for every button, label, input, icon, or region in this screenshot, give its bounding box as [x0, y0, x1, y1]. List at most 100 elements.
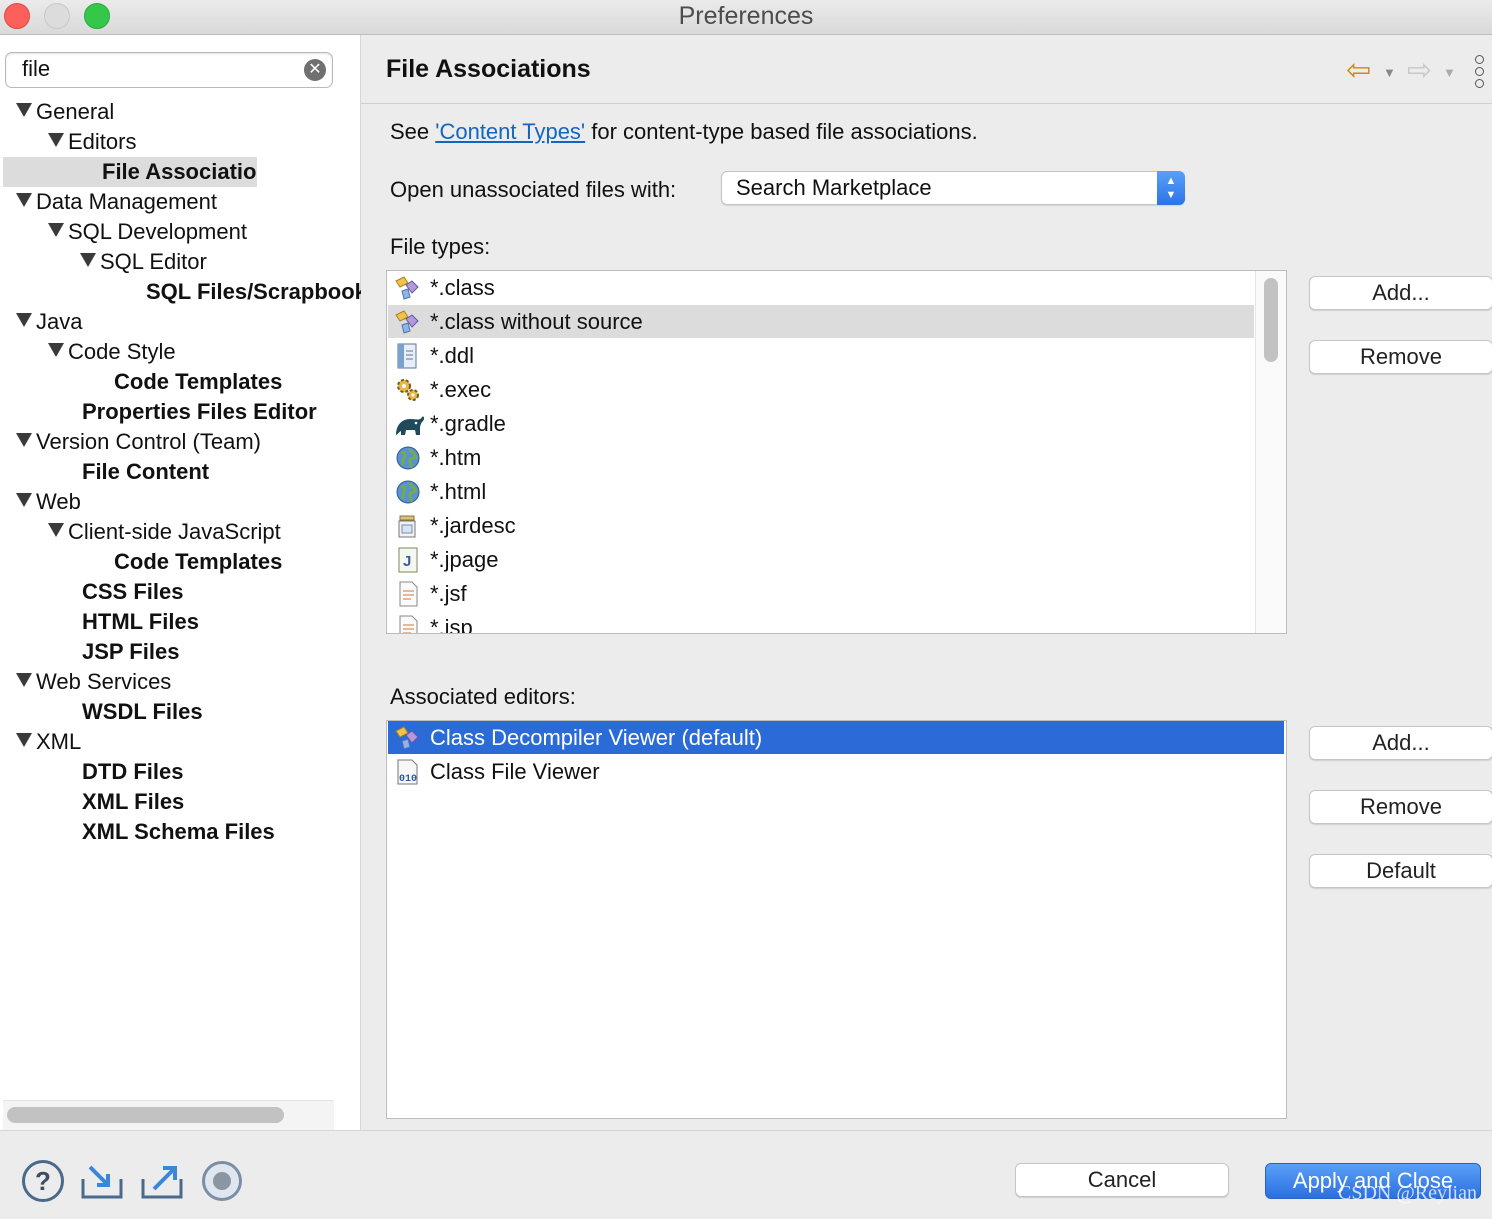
class-decompiler-icon: [394, 309, 422, 335]
forward-history-dropdown-icon[interactable]: ▼: [1443, 65, 1456, 80]
list-item[interactable]: 010 Class File Viewer: [388, 755, 1284, 788]
forward-arrow-icon[interactable]: ⇨: [1407, 56, 1432, 86]
tree-item-label: SQL Development: [68, 219, 247, 244]
disclosure-triangle-icon[interactable]: [48, 223, 64, 238]
tree-item[interactable]: Code Templates: [112, 367, 366, 397]
import-icon[interactable]: [80, 1161, 124, 1201]
tree-item[interactable]: General: [16, 97, 334, 127]
remove-file-type-button[interactable]: Remove: [1309, 340, 1492, 374]
tree-item[interactable]: SQL Editor: [80, 247, 334, 277]
disclosure-triangle-icon[interactable]: [16, 493, 32, 508]
default-editor-button[interactable]: Default: [1309, 854, 1492, 888]
tree-item[interactable]: CSS Files: [80, 577, 366, 607]
disclosure-triangle-icon[interactable]: [16, 103, 32, 118]
help-icon[interactable]: ?: [22, 1160, 64, 1202]
tree-item[interactable]: Code Templates: [112, 547, 366, 577]
disclosure-triangle-icon[interactable]: [16, 733, 32, 748]
export-icon[interactable]: [140, 1161, 184, 1201]
tree-item[interactable]: Version Control (Team): [16, 427, 334, 457]
filter-input[interactable]: [22, 56, 292, 82]
list-item-label: *.jsf: [430, 581, 467, 606]
tree-item[interactable]: Web Services: [16, 667, 334, 697]
tree-item[interactable]: Properties Files Editor: [80, 397, 366, 427]
tree-item[interactable]: Data Management: [16, 187, 334, 217]
add-editor-button[interactable]: Add...: [1309, 726, 1492, 760]
cancel-button[interactable]: Cancel: [1015, 1163, 1229, 1197]
jar-icon: [394, 513, 422, 539]
back-arrow-icon[interactable]: ⇦: [1346, 56, 1371, 86]
text-file-icon: [394, 581, 422, 607]
tree-item[interactable]: HTML Files: [80, 607, 366, 637]
svg-text:010: 010: [399, 774, 417, 785]
filter-field[interactable]: ✕: [5, 52, 333, 88]
list-item[interactable]: Class Decompiler Viewer (default): [388, 721, 1284, 754]
list-item[interactable]: *.exec: [388, 373, 1254, 406]
tree-item[interactable]: Web: [16, 487, 334, 517]
tree-item[interactable]: File Associations: [3, 157, 257, 187]
open-unassociated-label: Open unassociated files with:: [390, 177, 677, 202]
file-types-scrollbar-thumb[interactable]: [1264, 278, 1278, 362]
disclosure-triangle-icon[interactable]: [16, 673, 32, 688]
java-page-icon: J: [394, 547, 422, 573]
list-item[interactable]: J *.jpage: [388, 543, 1254, 576]
disclosure-triangle-icon[interactable]: [16, 193, 32, 208]
disclosure-triangle-icon[interactable]: [48, 133, 64, 148]
tree-item[interactable]: WSDL Files: [80, 697, 366, 727]
list-item[interactable]: *.html: [388, 475, 1254, 508]
tree-item[interactable]: SQL Development: [48, 217, 334, 247]
apply-and-close-button[interactable]: Apply and Close: [1265, 1163, 1481, 1199]
back-history-dropdown-icon[interactable]: ▼: [1383, 65, 1396, 80]
tree-item[interactable]: Code Style: [48, 337, 334, 367]
tree-item[interactable]: DTD Files: [80, 757, 366, 787]
tree-item-label: HTML Files: [82, 609, 199, 634]
disclosure-triangle-icon[interactable]: [80, 253, 96, 268]
tree-item-label: File Content: [82, 459, 210, 484]
disclosure-triangle-icon[interactable]: [48, 343, 64, 358]
list-item-label: *.htm: [430, 445, 482, 470]
svg-text:J: J: [403, 553, 411, 570]
disclosure-triangle-icon[interactable]: [16, 313, 32, 328]
binary-file-icon: 010: [394, 759, 422, 785]
open-unassociated-select[interactable]: Search Marketplace ▲ ▼: [721, 171, 1185, 205]
list-item[interactable]: *.htm: [388, 441, 1254, 474]
horizontal-scrollbar-thumb[interactable]: [7, 1107, 284, 1123]
file-types-list[interactable]: *.jsp *.jsf J *.jpage *.jardesc *.html *.htm *.…: [386, 270, 1287, 634]
page-header: File Associations ⇦ ▼ ⇨ ▼: [361, 35, 1492, 104]
tree-item-label: Java: [36, 309, 83, 334]
page-title: File Associations: [386, 55, 591, 83]
remove-editor-button[interactable]: Remove: [1309, 790, 1492, 824]
clear-filter-icon[interactable]: ✕: [304, 59, 326, 81]
stop-icon[interactable]: [202, 1161, 242, 1201]
list-item[interactable]: *.jsp: [388, 611, 1254, 634]
list-item[interactable]: *.gradle: [388, 407, 1254, 440]
tree-item-label: Editors: [68, 129, 137, 154]
tree-item[interactable]: SQL Files/Scrapbook: [144, 277, 366, 307]
disclosure-triangle-icon[interactable]: [48, 523, 64, 538]
list-item-label: Class File Viewer: [430, 759, 600, 784]
select-stepper-icon[interactable]: ▲ ▼: [1157, 171, 1185, 205]
list-item-label: *.exec: [430, 377, 492, 402]
tree-item[interactable]: XML Files: [80, 787, 366, 817]
tree-item[interactable]: File Content: [80, 457, 366, 487]
list-item[interactable]: *.jardesc: [388, 509, 1254, 542]
tree-item-label: WSDL Files: [82, 699, 203, 724]
view-menu-icon[interactable]: [1475, 55, 1485, 91]
tree-item[interactable]: Client-side JavaScript: [48, 517, 334, 547]
file-types-scrollbar[interactable]: [1255, 271, 1286, 633]
add-file-type-button[interactable]: Add...: [1309, 276, 1492, 310]
list-item[interactable]: *.ddl: [388, 339, 1254, 372]
list-item[interactable]: *.class: [388, 271, 1254, 304]
list-item[interactable]: *.jsf: [388, 577, 1254, 610]
list-item-label: *.jsp: [430, 615, 473, 634]
content-types-link[interactable]: 'Content Types': [435, 119, 585, 144]
tree-item[interactable]: JSP Files: [80, 637, 366, 667]
tree-item[interactable]: Java: [16, 307, 334, 337]
tree-item-label: JSP Files: [82, 639, 180, 664]
tree-item[interactable]: XML Schema Files: [80, 817, 366, 847]
associated-editors-list[interactable]: 010 Class File Viewer Class Decompiler Vie…: [386, 720, 1287, 1119]
tree-item[interactable]: Editors: [48, 127, 334, 157]
list-item[interactable]: *.class without source: [388, 305, 1254, 338]
tree-item-label: Properties Files Editor: [82, 399, 317, 424]
tree-item[interactable]: XML: [16, 727, 334, 757]
disclosure-triangle-icon[interactable]: [16, 433, 32, 448]
